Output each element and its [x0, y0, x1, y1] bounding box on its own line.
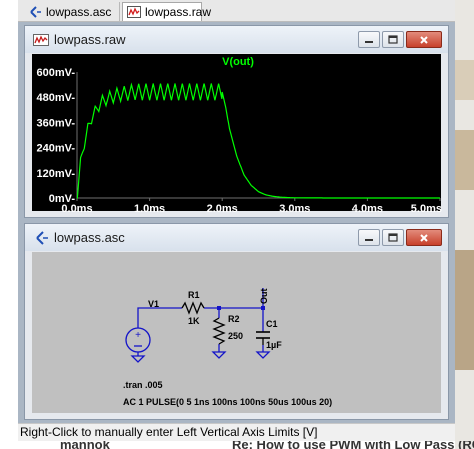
- c1-name-label[interactable]: C1: [266, 319, 278, 329]
- x-tick-label: 0.0ms: [61, 203, 92, 213]
- maximize-button[interactable]: [382, 31, 404, 48]
- minimize-icon: [365, 238, 373, 241]
- r2-value-label[interactable]: 250: [228, 331, 243, 341]
- tab-label: lowpass.asc: [46, 4, 112, 19]
- x-tick-label: 1.0ms: [134, 203, 165, 213]
- junction-dot: [217, 306, 221, 310]
- minimize-button[interactable]: [358, 31, 380, 48]
- document-tab-bar: lowpass.asc lowpass.raw: [18, 0, 455, 22]
- schematic-canvas[interactable]: + V1 R1 1K R2 250 C1 1µF Out .tran .005 …: [32, 252, 441, 413]
- x-tick-label: 4.0ms: [352, 203, 383, 213]
- maximize-icon: [388, 35, 398, 44]
- voltage-source-v1[interactable]: +: [125, 327, 151, 353]
- waveform-icon: [127, 5, 141, 19]
- tab-lowpass-raw[interactable]: lowpass.raw: [122, 2, 211, 21]
- ground-symbol: [211, 351, 227, 359]
- waveform-icon: [33, 32, 49, 48]
- waveform-window[interactable]: lowpass.raw V(out) 0mV- 120mV- 240mV- 360mV…: [24, 25, 449, 218]
- x-tick-label: 2.0ms: [207, 203, 238, 213]
- background-page-edge: [455, 0, 474, 449]
- wire[interactable]: [137, 307, 182, 328]
- ground-symbol: [255, 351, 271, 359]
- y-tick-label: 600mV-: [36, 67, 75, 79]
- waveform-window-title: lowpass.raw: [54, 32, 126, 47]
- schematic-drawing[interactable]: + V1 R1 1K R2 250 C1 1µF Out .tran .005 …: [32, 252, 443, 415]
- waveform-window-titlebar[interactable]: lowpass.raw: [25, 26, 448, 53]
- background-page-strip: mannok Re: How to use PWM with Low Pass …: [18, 441, 474, 449]
- schematic-icon: [28, 5, 42, 19]
- trace-label[interactable]: V(out): [222, 56, 254, 68]
- x-tick-label: 5.0ms: [411, 203, 442, 213]
- schematic-window-titlebar[interactable]: lowpass.asc: [25, 224, 448, 251]
- r1-name-label[interactable]: R1: [188, 290, 200, 300]
- waveform-plot-area[interactable]: V(out) 0mV- 120mV- 240mV- 360mV- 480mV- 600mV…: [32, 54, 443, 213]
- tab-label: lowpass.raw: [145, 5, 212, 19]
- r1-value-label[interactable]: 1K: [188, 316, 200, 326]
- net-label-out[interactable]: Out: [259, 289, 269, 305]
- r2-name-label[interactable]: R2: [228, 314, 240, 324]
- close-button[interactable]: [406, 31, 442, 48]
- source-name-label[interactable]: V1: [148, 299, 159, 309]
- close-button[interactable]: [406, 229, 442, 246]
- waveform-plot[interactable]: V(out) 0mV-120mV-240mV-360mV-480mV-600mV…: [32, 54, 443, 213]
- minimize-button[interactable]: [358, 229, 380, 246]
- schematic-window-title: lowpass.asc: [54, 230, 125, 245]
- c1-value-label[interactable]: 1µF: [266, 340, 282, 350]
- maximize-icon: [388, 233, 398, 242]
- svg-text:+: +: [135, 330, 141, 341]
- resistor-r2[interactable]: [212, 317, 226, 345]
- mdi-workspace: lowpass.raw V(out) 0mV- 120mV- 240mV- 360mV…: [18, 22, 455, 423]
- x-tick-label: 3.0ms: [279, 203, 310, 213]
- tran-directive[interactable]: .tran .005: [123, 380, 163, 390]
- y-tick-label: 240mV-: [36, 143, 75, 155]
- source-spec-directive[interactable]: AC 1 PULSE(0 5 1ns 100ns 100ns 50us 100u…: [123, 397, 332, 407]
- close-icon: [420, 233, 428, 242]
- schematic-icon: [33, 230, 49, 246]
- background-left-text: mannok: [60, 441, 110, 449]
- close-icon: [420, 35, 428, 44]
- ground-symbol: [130, 355, 146, 363]
- resistor-r1[interactable]: [181, 301, 205, 315]
- schematic-window[interactable]: lowpass.asc + V1 R1 1K R2 250 C1 1µF Out…: [24, 223, 449, 420]
- y-tick-label: 120mV-: [36, 168, 75, 180]
- background-right-text: Re: How to use PWM with Low Pass (RC: [232, 441, 474, 449]
- minimize-icon: [365, 40, 373, 43]
- y-tick-label: 480mV-: [36, 92, 75, 104]
- status-bar: Right-Click to manually enter Left Verti…: [18, 423, 455, 441]
- junction-dot: [261, 306, 265, 310]
- tab-lowpass-asc[interactable]: lowpass.asc: [24, 2, 120, 21]
- maximize-button[interactable]: [382, 229, 404, 246]
- v-out-trace[interactable]: [76, 82, 440, 199]
- y-tick-label: 360mV-: [36, 117, 75, 129]
